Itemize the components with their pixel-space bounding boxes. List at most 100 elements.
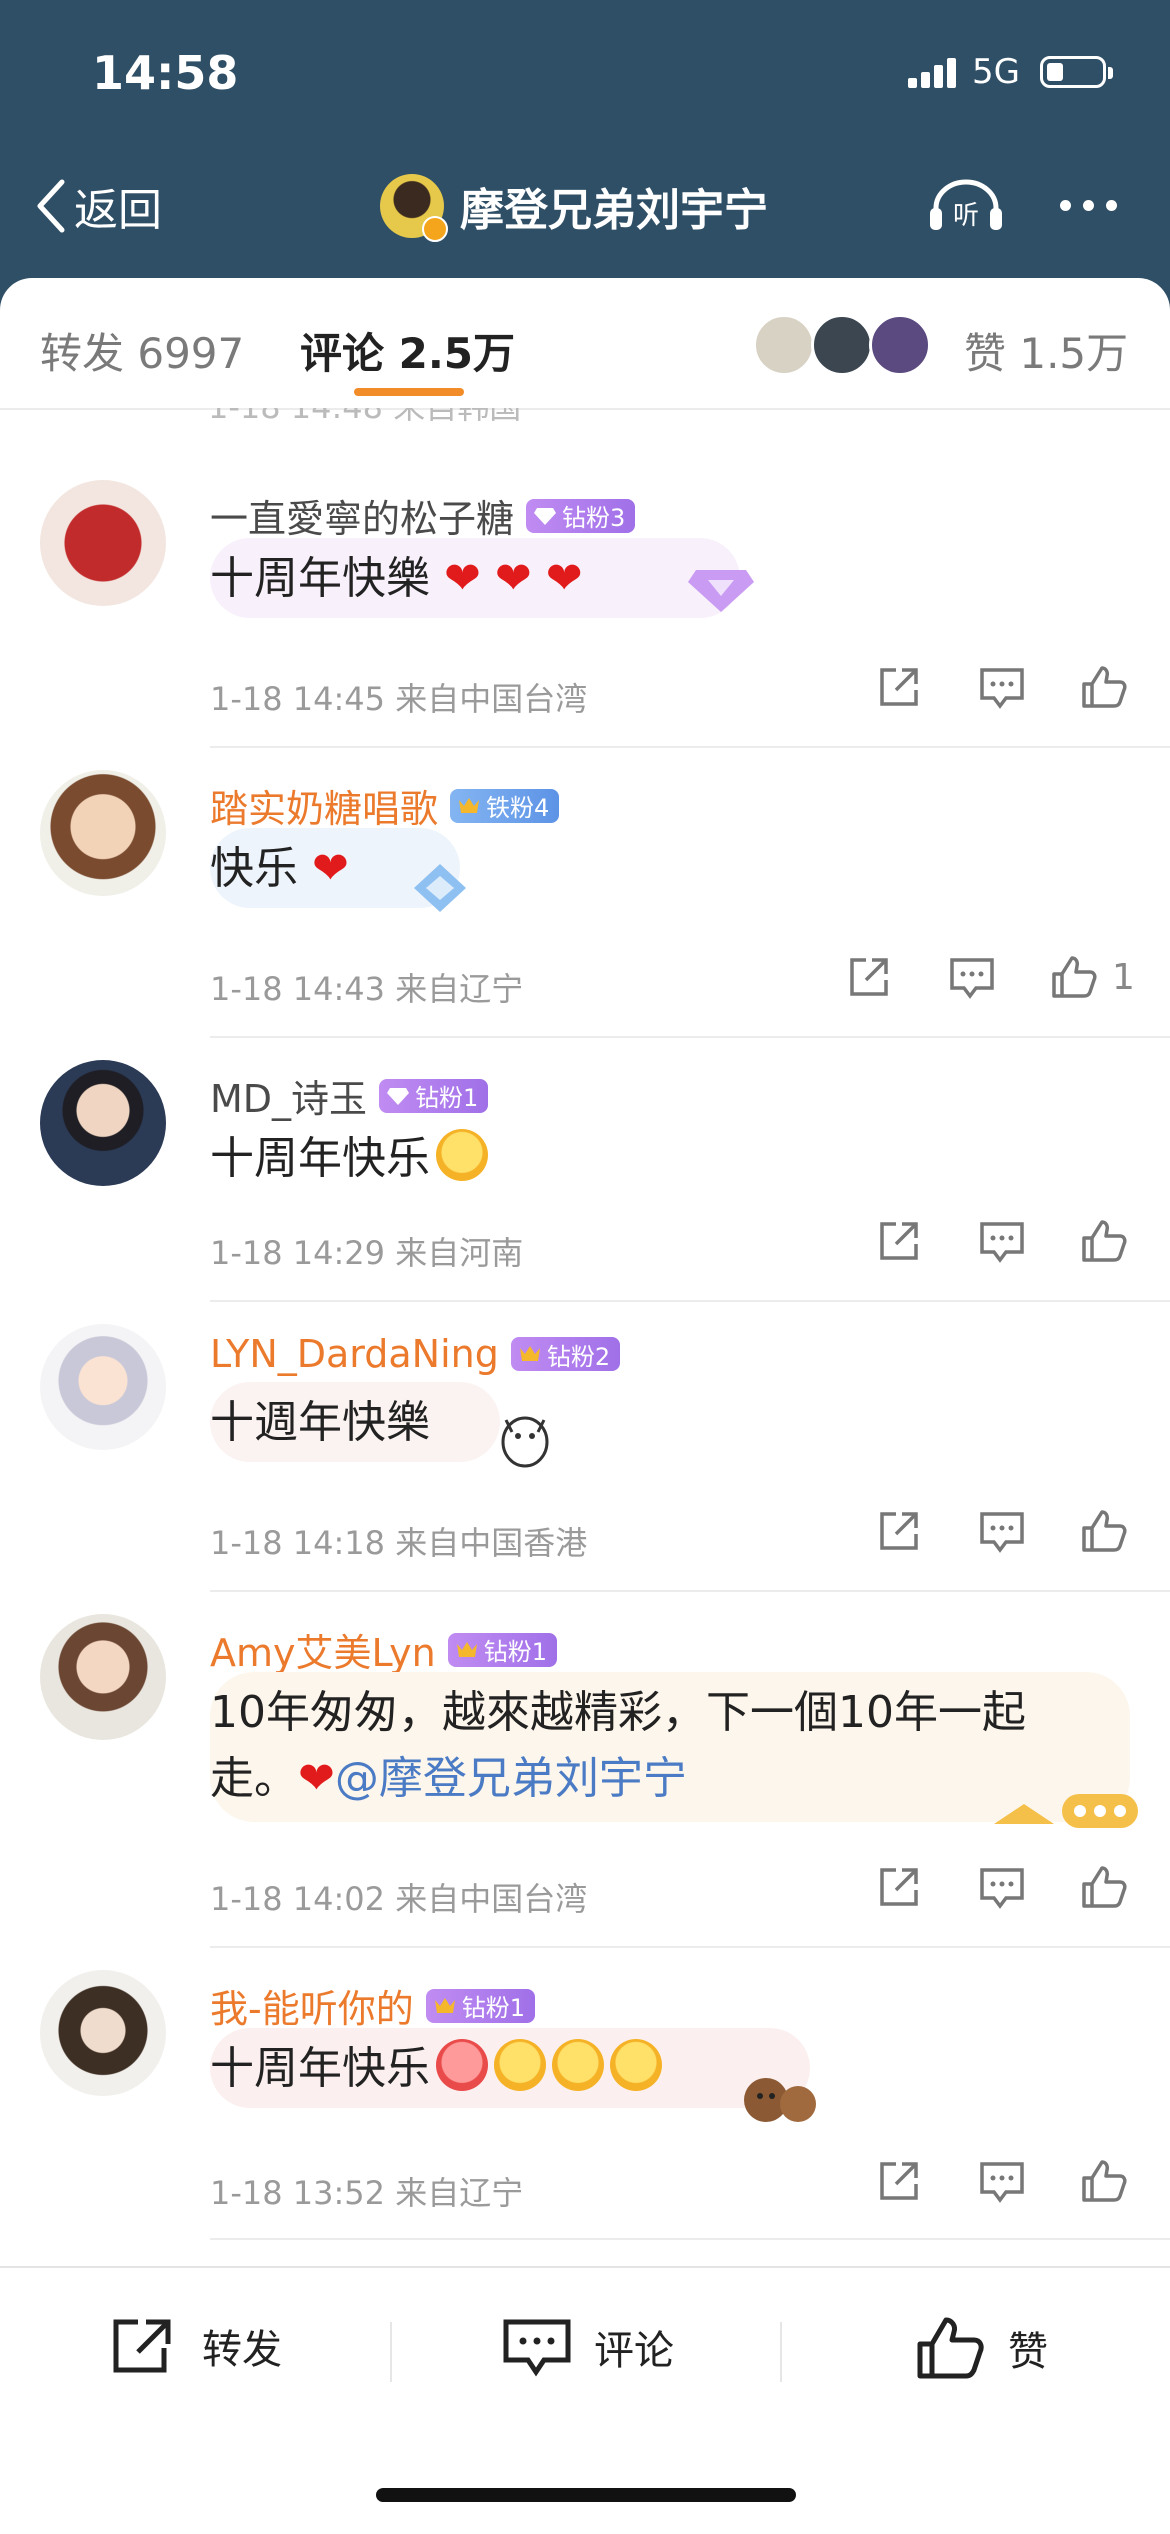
comment-meta: 1-18 14:43 来自辽宁 <box>210 970 524 1008</box>
comment-button[interactable]: 评论 <box>502 2316 674 2378</box>
thumbs-up-icon[interactable] <box>1080 664 1128 710</box>
comment-author[interactable]: 一直愛寧的松子糖 钻粉3 <box>210 488 636 543</box>
diamond-badge-icon <box>414 864 466 912</box>
page-title[interactable]: 摩登兄弟刘宇宁 <box>380 174 768 242</box>
diamond-icon <box>387 1087 410 1105</box>
tab-like[interactable]: 赞 1.5万 <box>964 320 1128 381</box>
comment-actions <box>876 1508 1128 1554</box>
separator <box>390 2322 392 2382</box>
partial-row: 1-18 14:48 来自韩国 <box>0 408 1170 436</box>
thumbs-up-icon[interactable] <box>1080 2158 1128 2204</box>
thumbs-up-icon <box>917 2317 984 2379</box>
laughing-emoji <box>494 2039 546 2091</box>
heart-emoji: ❤ ❤ ❤ <box>430 553 583 604</box>
comment-actions <box>876 1864 1128 1910</box>
laughing-emoji <box>610 2039 662 2091</box>
share-icon[interactable] <box>876 1218 924 1264</box>
avatar[interactable] <box>40 1614 166 1740</box>
share-icon[interactable] <box>876 1508 924 1554</box>
heart-emoji: ❤ <box>298 843 349 894</box>
fan-badge: 钻粉1 <box>447 1632 558 1667</box>
heart-emoji: ❤ <box>298 1753 335 1804</box>
comment-author[interactable]: Amy艾美Lyn 钻粉1 <box>210 1622 558 1677</box>
comment-item[interactable]: 一直愛寧的松子糖 钻粉3 十周年快樂 ❤ ❤ ❤ 1-18 14:45 来自中国… <box>0 458 1170 748</box>
avatar[interactable] <box>40 480 166 606</box>
comment-meta: 1-18 13:52 来自辽宁 <box>210 2174 524 2212</box>
signal-icon <box>908 56 958 88</box>
comment-item[interactable]: MD_诗玉 钻粉1 十周年快乐 1-18 14:29 来自河南 <box>0 1038 1170 1302</box>
comment-author[interactable]: 踏实奶糖唱歌 铁粉4 <box>210 778 560 833</box>
thumbs-up-icon[interactable] <box>1080 1218 1128 1264</box>
battery-icon <box>1040 56 1113 88</box>
network-label: 5G <box>972 52 1020 92</box>
comment-author[interactable]: LYN_DardaNing 钻粉2 <box>210 1332 621 1376</box>
back-button[interactable]: 返回 <box>32 176 162 236</box>
laughing-emoji <box>552 2039 604 2091</box>
avatar[interactable] <box>40 770 166 896</box>
laughing-emoji <box>436 1129 488 1181</box>
status-bar: 14:58 5G <box>0 0 1170 150</box>
comment-icon[interactable] <box>978 1864 1026 1910</box>
cat-sticker-icon <box>501 1416 549 1468</box>
crown-icon <box>456 1641 477 1657</box>
crown-icon <box>434 1997 455 2013</box>
tab-repost[interactable]: 转发 6997 <box>40 320 244 381</box>
comment-icon[interactable] <box>978 1508 1026 1554</box>
page-title-text: 摩登兄弟刘宇宁 <box>460 185 768 236</box>
listen-label: 听 <box>953 201 979 231</box>
comment-actions <box>876 1218 1128 1264</box>
thumbs-up-icon[interactable] <box>1050 954 1098 1000</box>
thumbs-up-icon[interactable] <box>1080 1508 1128 1554</box>
share-icon[interactable] <box>846 954 894 1000</box>
comment-author[interactable]: 我-能听你的 钻粉1 <box>210 1978 535 2033</box>
fan-badge: 钻粉1 <box>425 1988 535 2023</box>
headphones-listen-icon[interactable]: 听 <box>928 178 1004 234</box>
comment-icon[interactable] <box>948 954 996 1000</box>
comment-item[interactable]: Amy艾美Lyn 钻粉1 10年匆匆，越來越精彩，下一個10年一起 走。❤@摩登… <box>0 1592 1170 1948</box>
comment-text: 十周年快乐 <box>210 1126 488 1192</box>
comment-author[interactable]: MD_诗玉 钻粉1 <box>210 1068 489 1123</box>
like-button[interactable]: 赞 <box>916 2316 1048 2380</box>
fan-badge: 钻粉2 <box>510 1337 621 1371</box>
active-tab-indicator <box>354 388 464 396</box>
liker-avatars[interactable] <box>753 314 931 376</box>
repost-label: 转发 <box>202 2327 282 2373</box>
thumbs-up-icon[interactable] <box>1080 1864 1128 1910</box>
repost-button[interactable]: 转发 <box>110 2316 282 2376</box>
comment-actions: 1 <box>846 954 1135 1000</box>
tab-bar: 转发 6997 评论 2.5万 赞 1.5万 <box>0 278 1170 410</box>
share-icon[interactable] <box>876 1864 924 1910</box>
comment-icon[interactable] <box>978 1218 1026 1264</box>
tab-comment[interactable]: 评论 2.5万 <box>300 320 515 381</box>
fan-badge: 钻粉3 <box>526 498 636 533</box>
comment-icon[interactable] <box>978 664 1026 710</box>
comment-item[interactable]: LYN_DardaNing 钻粉2 十週年快樂 1-18 14:18 来自中国香… <box>0 1302 1170 1592</box>
comment-label: 评论 <box>594 2328 674 2374</box>
comment-item[interactable]: 踏实奶糖唱歌 铁粉4 快乐 ❤ 1-18 14:43 来自辽宁 1 <box>0 748 1170 1038</box>
comment-text: 十周年快乐 <box>210 2036 662 2102</box>
more-button[interactable] <box>1060 200 1117 211</box>
comment-icon[interactable] <box>978 2158 1026 2204</box>
crown-icon <box>519 1346 540 1361</box>
love-eyes-emoji <box>436 2039 488 2091</box>
avatar[interactable] <box>40 1060 166 1186</box>
share-icon <box>113 2319 171 2373</box>
verified-badge-icon <box>422 216 448 242</box>
comment-icon <box>503 2319 571 2377</box>
mention-link[interactable]: @摩登兄弟刘宇宁 <box>335 1753 687 1804</box>
avatar[interactable] <box>40 1970 166 2096</box>
avatar[interactable] <box>40 1324 166 1450</box>
fan-badge: 铁粉4 <box>450 788 560 823</box>
comment-text: 十週年快樂 <box>210 1397 430 1448</box>
divider <box>210 2238 1170 2240</box>
like-count: 1 <box>1112 956 1135 998</box>
comment-actions <box>876 2158 1128 2204</box>
share-icon[interactable] <box>876 664 924 710</box>
comment-item[interactable]: 我-能听你的 钻粉1 十周年快乐 1-18 13:52 来自辽宁 <box>0 1948 1170 2242</box>
separator <box>780 2322 782 2382</box>
diamond-icon <box>534 507 557 525</box>
crown-icon <box>459 797 480 813</box>
home-indicator <box>376 2488 796 2502</box>
share-icon[interactable] <box>876 2158 924 2204</box>
comment-sheet: 转发 6997 评论 2.5万 赞 1.5万 1-18 14:48 来自韩国 一… <box>0 278 1170 2532</box>
